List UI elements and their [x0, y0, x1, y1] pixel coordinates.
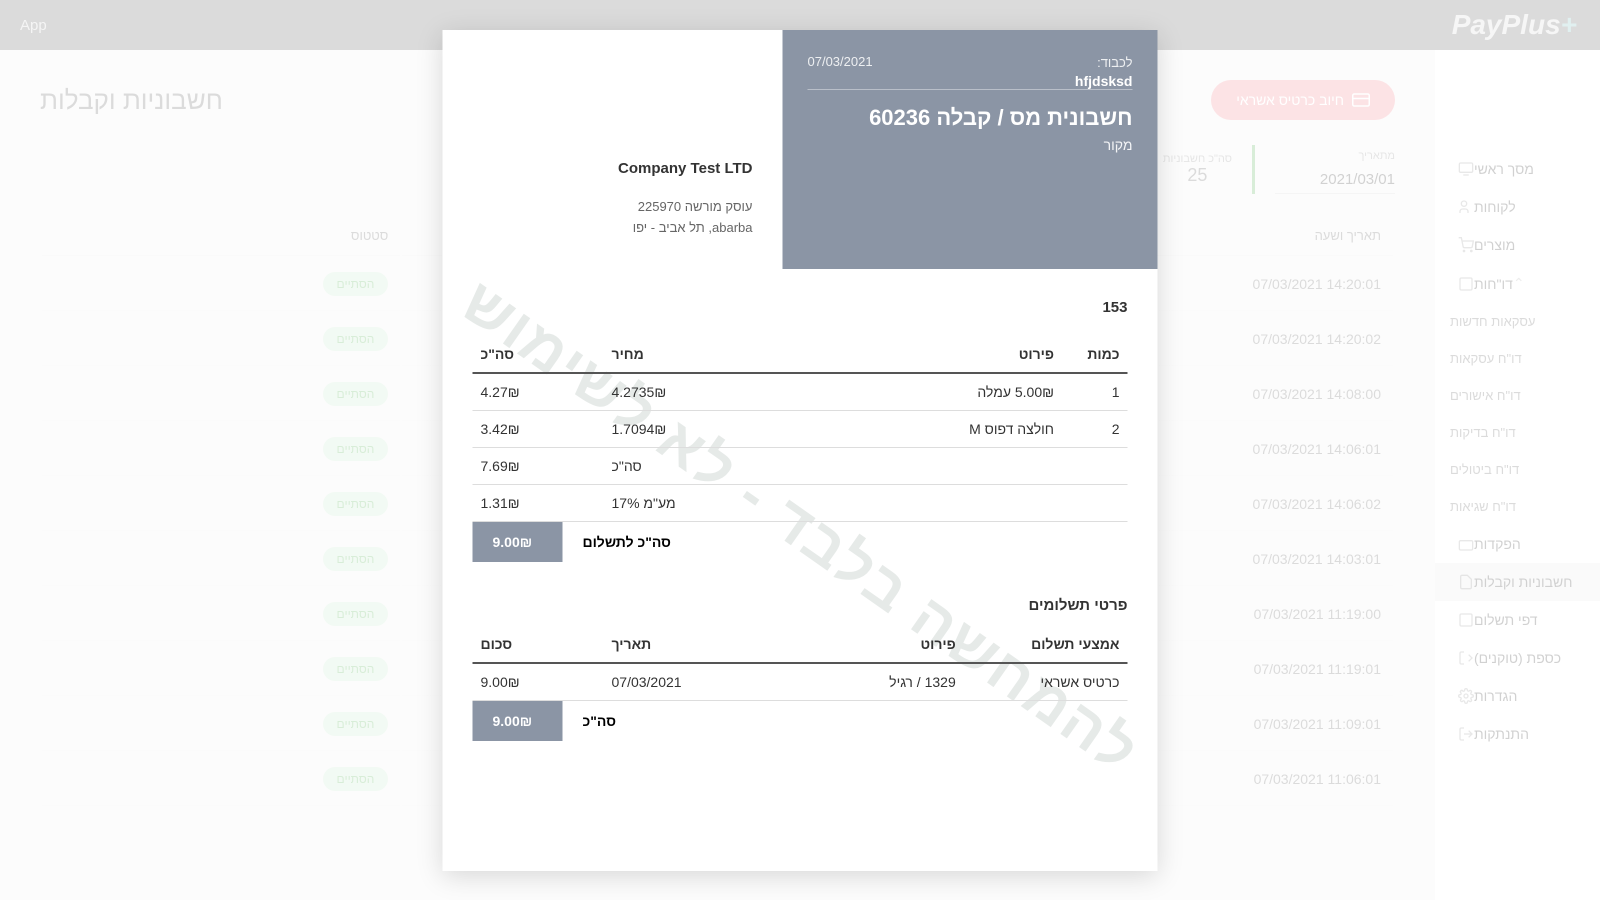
vat-label: מע"מ 17%: [604, 484, 735, 521]
cell-price: 4.2735₪: [604, 373, 735, 411]
subtotal-label: סה"כ: [604, 447, 735, 484]
cell-total: 3.42₪: [473, 410, 604, 447]
col-method: אמצעי תשלום: [964, 626, 1128, 663]
cell-qty: 2: [1062, 410, 1128, 447]
cell-desc: חולצה דפוס M: [735, 410, 1063, 447]
col-price: מחיר: [604, 336, 735, 373]
cell-method: כרטיס אשראי: [964, 663, 1128, 701]
item-row: 2חולצה דפוס M1.7094₪3.42₪: [473, 410, 1128, 447]
cell-pdate: 07/03/2021: [604, 663, 735, 701]
company-name: Company Test LTD: [473, 160, 753, 177]
cell-qty: 1: [1062, 373, 1128, 411]
grand-total-label: סה"כ לתשלום: [563, 522, 691, 562]
payments-table: אמצעי תשלום פירוט תאריך סכום כרטיס אשראי…: [473, 626, 1128, 701]
col-total: סה"כ: [473, 336, 604, 373]
col-qty: כמות: [1062, 336, 1128, 373]
grand-total-value: 9.00₪: [473, 522, 563, 562]
col-pdesc: פירוט: [735, 626, 964, 663]
cell-price: 1.7094₪: [604, 410, 735, 447]
company-line1: עוסק מורשה 225970: [473, 197, 753, 218]
invoice-modal: Company Test LTD עוסק מורשה 225970 abarb…: [443, 30, 1158, 871]
payments-title: פרטי תשלומים: [473, 597, 1128, 614]
cell-pdesc: 1329 / רגיל: [735, 663, 964, 701]
cell-desc: 5.00₪ עמלה: [735, 373, 1063, 411]
payment-row: כרטיס אשראי1329 / רגיל07/03/20219.00₪: [473, 663, 1128, 701]
invoice-to-name: hfjdsksd: [808, 73, 1133, 89]
invoice-subtitle: מקור: [808, 137, 1133, 153]
invoice-date: 07/03/2021: [808, 54, 1133, 69]
item-row: 15.00₪ עמלה4.2735₪4.27₪: [473, 373, 1128, 411]
subtotal-value: 7.69₪: [473, 447, 604, 484]
doc-ref: 153: [473, 299, 1128, 316]
cell-total: 4.27₪: [473, 373, 604, 411]
invoice-title: חשבונית מס / קבלה 60236: [808, 105, 1133, 131]
cell-pamount: 9.00₪: [473, 663, 604, 701]
vat-value: 1.31₪: [473, 484, 604, 521]
items-table: כמות פירוט מחיר סה"כ 15.00₪ עמלה4.2735₪4…: [473, 336, 1128, 522]
col-pamount: סכום: [473, 626, 604, 663]
payments-total-label: סה"כ: [563, 701, 636, 741]
company-line2: abarba, תל אביב - יפו: [473, 218, 753, 239]
payments-total-value: 9.00₪: [473, 701, 563, 741]
col-pdate: תאריך: [604, 626, 735, 663]
col-desc: פירוט: [735, 336, 1063, 373]
